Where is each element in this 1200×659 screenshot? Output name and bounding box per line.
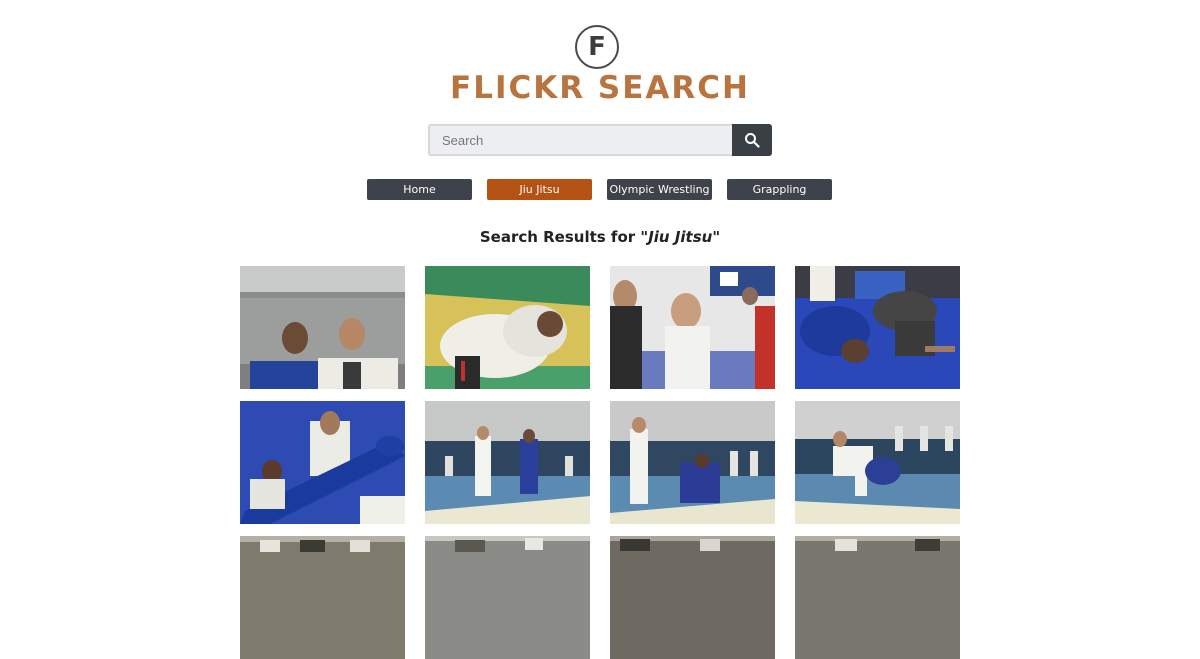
logo-icon: F [575,25,619,69]
nav-jiu-jitsu-button[interactable]: Jiu Jitsu [487,179,592,200]
photo-thumbnail[interactable] [240,401,405,524]
photo-thumbnail[interactable] [240,536,405,659]
photo-image [795,536,960,659]
nav-home-button[interactable]: Home [367,179,472,200]
photo-thumbnail[interactable] [610,266,775,389]
photo-image [425,266,590,389]
photo-image [610,536,775,659]
nav-olympic-wrestling-button[interactable]: Olympic Wrestling [607,179,712,200]
photo-grid [240,266,960,659]
photo-image [610,401,775,524]
nav-grappling-button[interactable]: Grappling [727,179,832,200]
search-button[interactable] [732,124,772,156]
photo-thumbnail[interactable] [610,536,775,659]
photo-thumbnail[interactable] [795,266,960,389]
photo-image [795,401,960,524]
results-query: Jiu Jitsu [648,228,713,246]
photo-image [240,401,405,524]
photo-thumbnail[interactable] [425,401,590,524]
search-icon [745,133,760,148]
photo-thumbnail[interactable] [795,536,960,659]
search-input[interactable] [428,124,733,156]
page: F FLICKR SEARCH Home Jiu Jitsu Olympic W… [0,0,1200,659]
photo-thumbnail[interactable] [425,536,590,659]
photo-image [425,536,590,659]
site-title: FLICKR SEARCH [450,70,750,106]
photo-thumbnail[interactable] [610,401,775,524]
search-form [428,124,772,156]
photo-image [240,266,405,389]
photo-image [795,266,960,389]
photo-image [240,536,405,659]
photo-image [610,266,775,389]
main-nav: Home Jiu Jitsu Olympic Wrestling Grappli… [367,179,832,200]
photo-thumbnail[interactable] [795,401,960,524]
results-heading: Search Results for "Jiu Jitsu" [0,228,1200,246]
results-heading-prefix: Search Results for " [479,228,649,246]
photo-thumbnail[interactable] [425,266,590,389]
photo-image [425,401,590,524]
photo-thumbnail[interactable] [240,266,405,389]
results-heading-suffix: " [712,228,721,246]
